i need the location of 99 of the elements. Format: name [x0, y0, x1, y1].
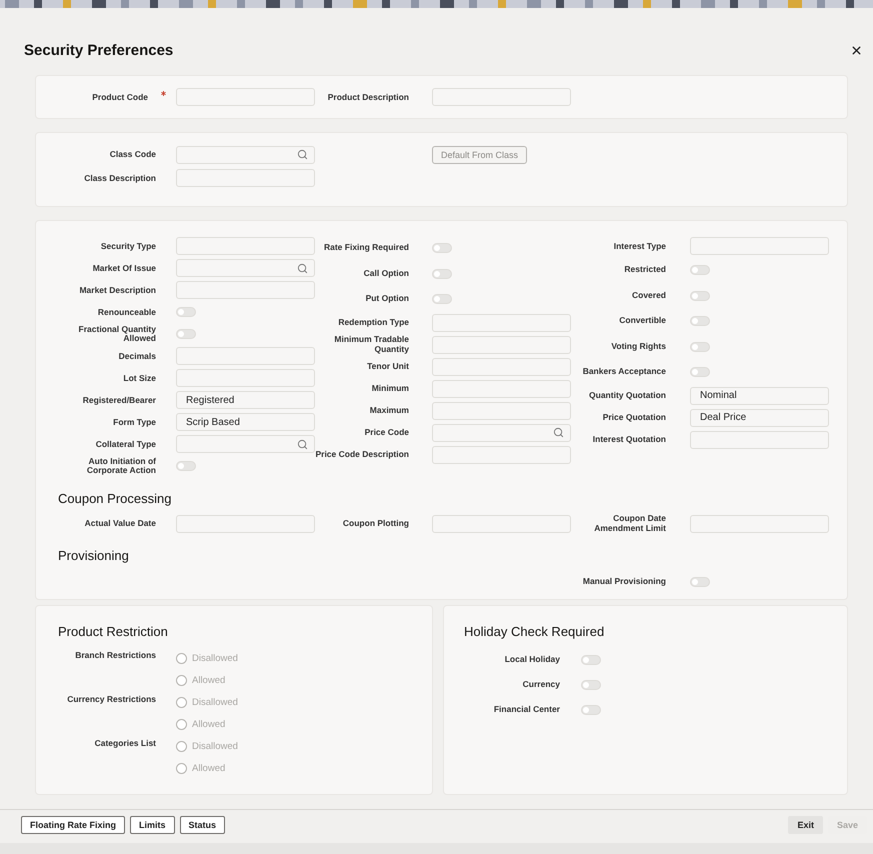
input-field[interactable] [432, 88, 571, 106]
section-heading: Provisioning [58, 548, 130, 563]
toggle-switch[interactable] [690, 342, 710, 352]
field-label: Class Code [110, 150, 157, 160]
action-button[interactable]: Exit [788, 816, 823, 834]
lookup-field[interactable] [176, 435, 315, 454]
field-label: Actual Value Date [84, 519, 157, 530]
input-field[interactable] [432, 515, 571, 534]
input-field[interactable] [176, 237, 315, 256]
lookup-field[interactable] [176, 259, 315, 278]
field-label: Covered [632, 290, 667, 301]
toggle-switch[interactable] [690, 367, 710, 378]
field-label: Class Description [84, 174, 157, 184]
field-label: Lot Size [123, 374, 157, 384]
field-label: Voting Rights [611, 342, 667, 352]
toggle-switch[interactable] [581, 704, 601, 714]
input-field[interactable] [432, 336, 571, 354]
window-title: Security Preferences [24, 42, 174, 59]
section-heading: Holiday Check Required [464, 624, 606, 639]
footer-button[interactable]: Limits [130, 816, 175, 834]
close-button[interactable] [850, 44, 863, 57]
toggle-switch[interactable] [690, 265, 710, 276]
input-field[interactable] [432, 314, 571, 332]
footer-button[interactable]: Status [180, 816, 226, 834]
field-label: Manual Provisioning [582, 577, 667, 587]
field-label: Market Description [79, 286, 157, 296]
field-label: Currency [522, 680, 561, 690]
toggle-switch[interactable] [690, 577, 710, 587]
field-label: Coupon Plotting [342, 519, 410, 530]
field-label: Bankers Acceptance [582, 367, 667, 378]
toggle-switch[interactable] [432, 268, 452, 279]
field-label: Interest Type [614, 242, 667, 252]
field-label: Price Quotation [602, 413, 667, 423]
input-field[interactable] [432, 380, 571, 398]
input-field[interactable]: Deal Price [690, 408, 829, 427]
field-label: Put Option [366, 294, 410, 304]
field-label: Price Code Description [315, 450, 410, 460]
footer-button[interactable]: Floating Rate Fixing [21, 816, 126, 834]
search-icon[interactable] [553, 427, 564, 438]
toggle-switch[interactable] [176, 307, 196, 318]
field-label: Local Holiday [504, 654, 561, 664]
field-label: Categories List [94, 739, 157, 749]
lookup-field[interactable] [176, 146, 315, 164]
field-label: Redemption Type [338, 318, 410, 328]
input-field[interactable] [690, 430, 829, 449]
field-label: Product Code [92, 92, 149, 102]
toggle-switch[interactable] [690, 290, 710, 301]
search-icon[interactable] [297, 149, 308, 160]
field-label: Renounceable [98, 308, 157, 318]
field-label: Market Of Issue [92, 264, 157, 274]
field-label: Collateral Type [96, 440, 157, 450]
input-field[interactable] [176, 347, 315, 366]
field-label: Minimum Tradable Quantity [333, 335, 410, 355]
input-field[interactable] [176, 169, 315, 188]
field-label: Currency Restrictions [67, 695, 157, 705]
field-label: Product Description [328, 92, 410, 102]
toggle-switch[interactable] [690, 316, 710, 326]
toggle-switch[interactable] [176, 461, 196, 472]
field-label: Rate Fixing Required [324, 243, 410, 254]
input-field[interactable] [176, 369, 315, 388]
toggle-switch[interactable] [581, 680, 601, 690]
field-label: Decimals [118, 352, 157, 362]
field-label: Quantity Quotation [589, 391, 667, 401]
field-label: Tenor Unit [367, 362, 410, 372]
toggle-switch[interactable] [176, 329, 196, 340]
toggle-switch[interactable] [432, 243, 452, 254]
field-label: Call Option [364, 268, 410, 279]
field-label: Security Type [100, 242, 157, 252]
field-label: Auto Initiation of Corporate Action [86, 456, 157, 476]
field-label: Maximum [370, 406, 410, 416]
input-field[interactable] [432, 358, 571, 376]
input-field[interactable] [176, 515, 315, 534]
lookup-field[interactable] [432, 424, 571, 442]
field-label: Coupon Date Amendment Limit [593, 514, 667, 534]
field-label: Restricted [624, 265, 667, 276]
input-field[interactable] [690, 515, 829, 534]
input-field[interactable] [176, 281, 315, 300]
field-label: Minimum [372, 384, 410, 394]
input-field[interactable]: Scrip Based [176, 413, 315, 432]
field-label: Financial Center [494, 704, 561, 714]
toggle-switch[interactable] [432, 294, 452, 304]
input-field[interactable] [432, 402, 571, 420]
toggle-switch[interactable] [581, 654, 601, 664]
field-label: Interest Quotation [592, 435, 667, 445]
search-icon[interactable] [297, 262, 308, 274]
field-label: Fractional Quantity Allowed [78, 324, 157, 344]
search-icon[interactable] [297, 438, 308, 450]
field-label: Form Type [113, 418, 157, 428]
input-field[interactable] [432, 446, 571, 464]
field-label: Registered/Bearer [82, 396, 157, 406]
section-heading: Coupon Processing [58, 491, 172, 506]
field-label: Price Code [364, 428, 410, 438]
section-heading: Product Restriction [58, 624, 169, 639]
input-field[interactable]: Registered [176, 391, 315, 410]
field-label: Branch Restrictions [75, 651, 157, 661]
field-label: Convertible [619, 316, 667, 326]
input-field[interactable]: Nominal [690, 386, 829, 405]
input-field[interactable] [690, 237, 829, 256]
input-field[interactable] [176, 88, 315, 106]
